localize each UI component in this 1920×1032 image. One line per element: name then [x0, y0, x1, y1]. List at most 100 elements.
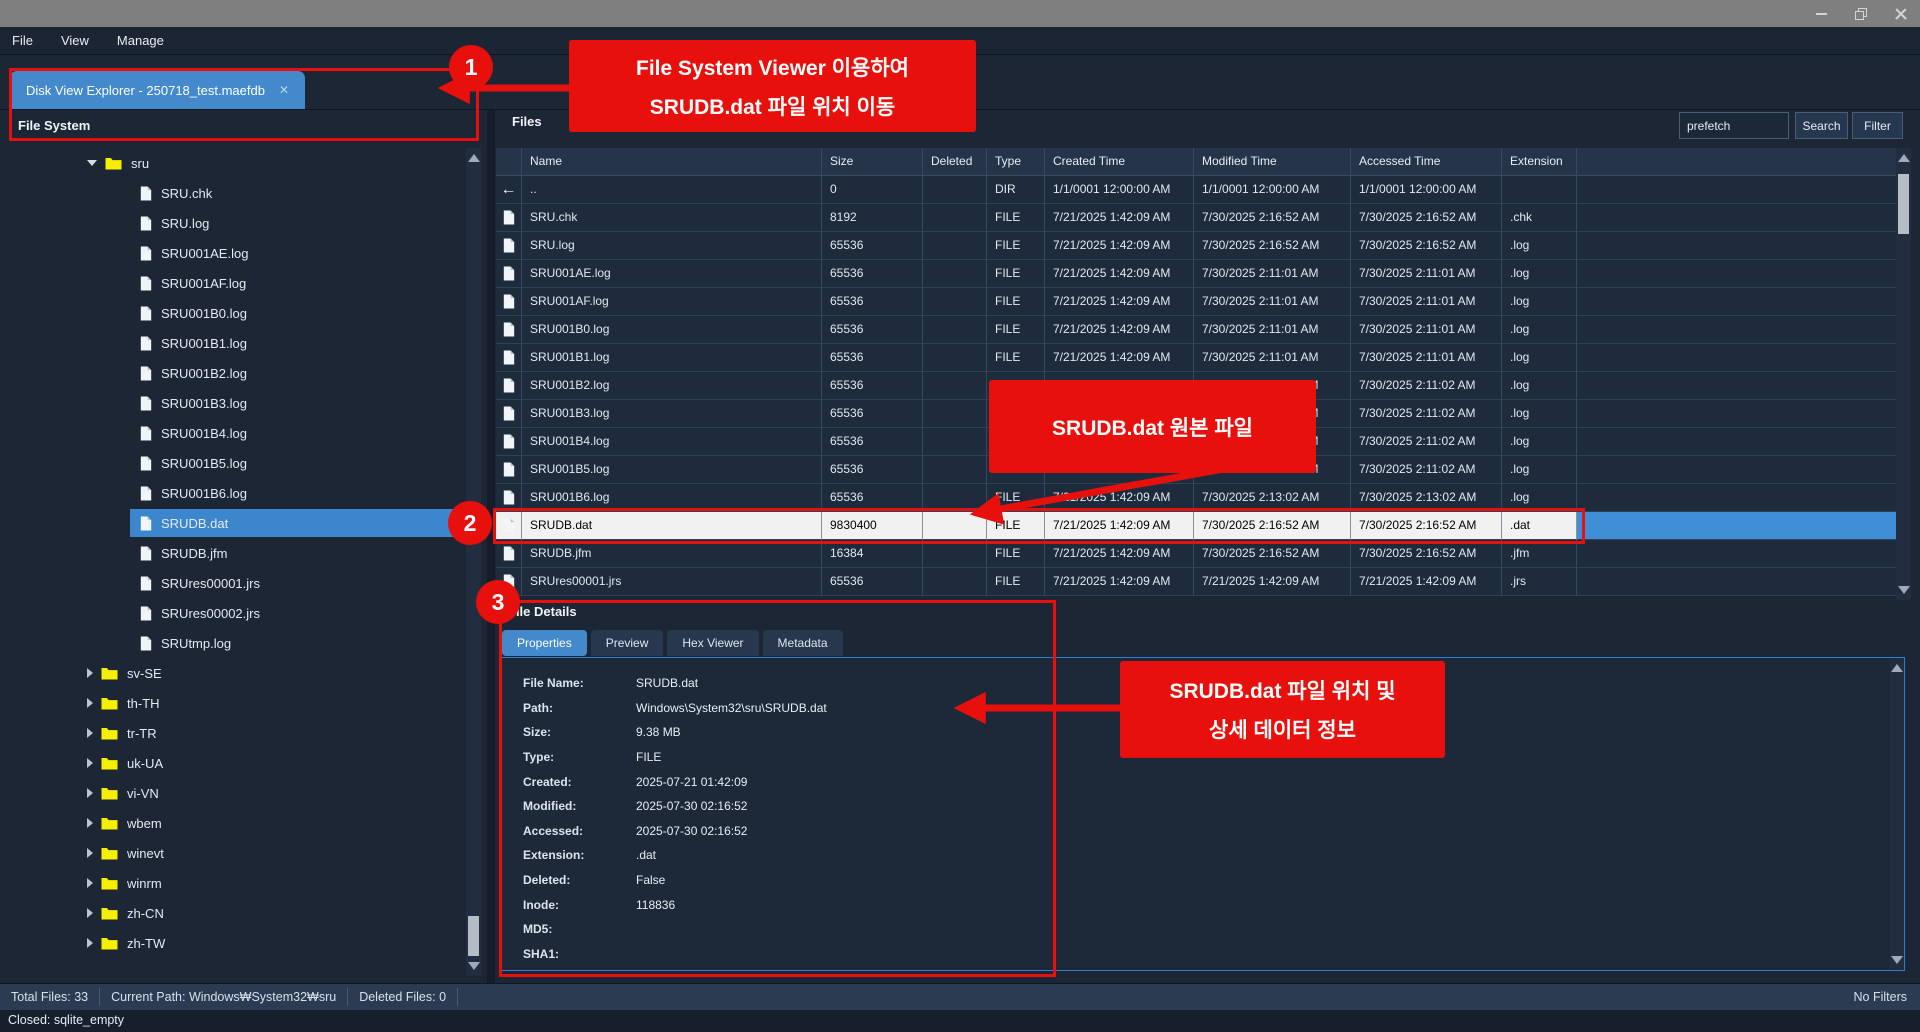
tree-folder-sru[interactable]: sru — [5, 148, 463, 178]
tree-scrollbar[interactable] — [466, 148, 481, 976]
cell-size: 65536 — [822, 568, 923, 596]
close-button[interactable] — [1890, 4, 1912, 24]
tree-folder-wbem[interactable]: wbem — [5, 808, 463, 838]
tree-file-SRUres00001.jrs[interactable]: SRUres00001.jrs — [5, 568, 463, 598]
cell-type: FILE — [987, 288, 1045, 316]
tree-file-SRUres00002.jrs[interactable]: SRUres00002.jrs — [5, 598, 463, 628]
scroll-down-icon[interactable] — [1891, 956, 1903, 964]
column-header-name[interactable]: Name — [522, 148, 822, 176]
chevron-right-icon[interactable] — [87, 908, 93, 918]
table-scrollbar[interactable] — [1896, 148, 1911, 600]
chevron-right-icon[interactable] — [87, 728, 93, 738]
table-scrollbar-thumb[interactable] — [1898, 174, 1909, 234]
cell-extension: .jrs — [1502, 568, 1577, 596]
column-header-created-time[interactable]: Created Time — [1045, 148, 1194, 176]
tree-file-SRU001B2.log[interactable]: SRU001B2.log — [5, 358, 463, 388]
tree-folder-zh-CN[interactable]: zh-CN — [5, 898, 463, 928]
column-header-extension[interactable]: Extension — [1502, 148, 1577, 176]
tree-folder-zh-TW[interactable]: zh-TW — [5, 928, 463, 958]
tree-file-SRU001B0.log[interactable]: SRU001B0.log — [5, 298, 463, 328]
filter-button[interactable]: Filter — [1852, 112, 1903, 139]
cell-extension: .log — [1502, 372, 1577, 400]
details-scrollbar[interactable] — [1890, 659, 1904, 969]
search-input[interactable] — [1679, 112, 1789, 139]
column-header-accessed-time[interactable]: Accessed Time — [1351, 148, 1502, 176]
cell-modified: 7/30/2025 2:16:52 AM — [1194, 232, 1351, 260]
tree-file-SRU.chk[interactable]: SRU.chk — [5, 178, 463, 208]
tree-folder-tr-TR[interactable]: tr-TR — [5, 718, 463, 748]
chevron-right-icon[interactable] — [87, 698, 93, 708]
annotation-note-3: SRUDB.dat 파일 위치 및 상세 데이터 정보 — [1120, 661, 1445, 758]
annotation-badge-2: 2 — [448, 501, 492, 545]
column-header-size[interactable]: Size — [822, 148, 923, 176]
table-row-SRU001AFlog[interactable]: SRU001AF.log65536FILE7/21/2025 1:42:09 A… — [496, 288, 1896, 316]
cell-filler — [1577, 568, 1896, 596]
table-row-SRUres00001jrs[interactable]: SRUres00001.jrs65536FILE7/21/2025 1:42:0… — [496, 568, 1896, 596]
scroll-up-icon[interactable] — [1891, 664, 1903, 672]
minimize-button[interactable] — [1810, 4, 1832, 24]
folder-icon — [101, 847, 118, 860]
tree-file-SRU001B6.log[interactable]: SRU001B6.log — [5, 478, 463, 508]
scroll-down-icon[interactable] — [468, 962, 480, 970]
table-row-SRUDBjfm[interactable]: SRUDB.jfm16384FILE7/21/2025 1:42:09 AM7/… — [496, 540, 1896, 568]
chevron-right-icon[interactable] — [87, 818, 93, 828]
table-row-SRU001AElog[interactable]: SRU001AE.log65536FILE7/21/2025 1:42:09 A… — [496, 260, 1896, 288]
chevron-right-icon[interactable] — [87, 758, 93, 768]
chevron-right-icon[interactable] — [87, 878, 93, 888]
tree-file-SRU.log[interactable]: SRU.log — [5, 208, 463, 238]
restore-button[interactable] — [1850, 4, 1872, 24]
tree-folder-sv-SE[interactable]: sv-SE — [5, 658, 463, 688]
restore-icon — [1855, 8, 1867, 20]
tree-file-SRU001B1.log[interactable]: SRU001B1.log — [5, 328, 463, 358]
tree-file-SRU001B3.log[interactable]: SRU001B3.log — [5, 388, 463, 418]
tree-item-label: SRU001AE.log — [161, 246, 248, 261]
menu-item-manage[interactable]: Manage — [103, 27, 178, 55]
menu-item-file[interactable]: File — [0, 27, 47, 55]
menu-item-view[interactable]: View — [47, 27, 103, 55]
cell-filler — [1577, 540, 1896, 568]
column-header-deleted[interactable]: Deleted — [923, 148, 987, 176]
tree-file-SRU001B5.log[interactable]: SRU001B5.log — [5, 448, 463, 478]
annotation-badge-1: 1 — [449, 45, 493, 89]
tree-file-SRUtmp.log[interactable]: SRUtmp.log — [5, 628, 463, 658]
tree-folder-th-TH[interactable]: th-TH — [5, 688, 463, 718]
header-icon-column — [496, 148, 522, 176]
cell-filler — [1577, 456, 1896, 484]
table-row-[interactable]: ←..0DIR1/1/0001 12:00:00 AM1/1/0001 12:0… — [496, 176, 1896, 204]
search-button[interactable]: Search — [1795, 112, 1848, 139]
tree-item-label: sru — [131, 156, 149, 171]
table-row-SRUchk[interactable]: SRU.chk8192FILE7/21/2025 1:42:09 AM7/30/… — [496, 204, 1896, 232]
tree-folder-uk-UA[interactable]: uk-UA — [5, 748, 463, 778]
tree-scrollbar-thumb[interactable] — [468, 916, 479, 956]
tree-file-SRU001B4.log[interactable]: SRU001B4.log — [5, 418, 463, 448]
cell-name: SRUres00001.jrs — [522, 568, 822, 596]
tree-folder-winevt[interactable]: winevt — [5, 838, 463, 868]
cell-name: .. — [522, 176, 822, 204]
tree-file-SRUDB.jfm[interactable]: SRUDB.jfm — [5, 538, 463, 568]
cell-size: 8192 — [822, 204, 923, 232]
tree-folder-vi-VN[interactable]: vi-VN — [5, 778, 463, 808]
table-row-SRUlog[interactable]: SRU.log65536FILE7/21/2025 1:42:09 AM7/30… — [496, 232, 1896, 260]
cell-deleted — [923, 344, 987, 372]
chevron-right-icon[interactable] — [87, 788, 93, 798]
scroll-down-icon[interactable] — [1898, 586, 1910, 594]
tree-file-SRU001AE.log[interactable]: SRU001AE.log — [5, 238, 463, 268]
table-row-SRU001B0log[interactable]: SRU001B0.log65536FILE7/21/2025 1:42:09 A… — [496, 316, 1896, 344]
scroll-up-icon[interactable] — [468, 154, 480, 162]
column-header-type[interactable]: Type — [987, 148, 1045, 176]
cell-modified: 7/30/2025 2:11:01 AM — [1194, 288, 1351, 316]
tree-item-label: wbem — [127, 816, 162, 831]
column-header-modified-time[interactable]: Modified Time — [1194, 148, 1351, 176]
tree-file-SRU001AF.log[interactable]: SRU001AF.log — [5, 268, 463, 298]
chevron-down-icon[interactable] — [87, 160, 97, 166]
cell-accessed: 1/1/0001 12:00:00 AM — [1351, 176, 1502, 204]
cell-deleted — [923, 456, 987, 484]
chevron-right-icon[interactable] — [87, 668, 93, 678]
table-row-SRU001B1log[interactable]: SRU001B1.log65536FILE7/21/2025 1:42:09 A… — [496, 344, 1896, 372]
tree-folder-winrm[interactable]: winrm — [5, 868, 463, 898]
chevron-right-icon[interactable] — [87, 938, 93, 948]
chevron-right-icon[interactable] — [87, 848, 93, 858]
tree-file-SRUDB.dat[interactable]: SRUDB.dat — [5, 508, 463, 538]
cell-type: FILE — [987, 232, 1045, 260]
scroll-up-icon[interactable] — [1898, 154, 1910, 162]
